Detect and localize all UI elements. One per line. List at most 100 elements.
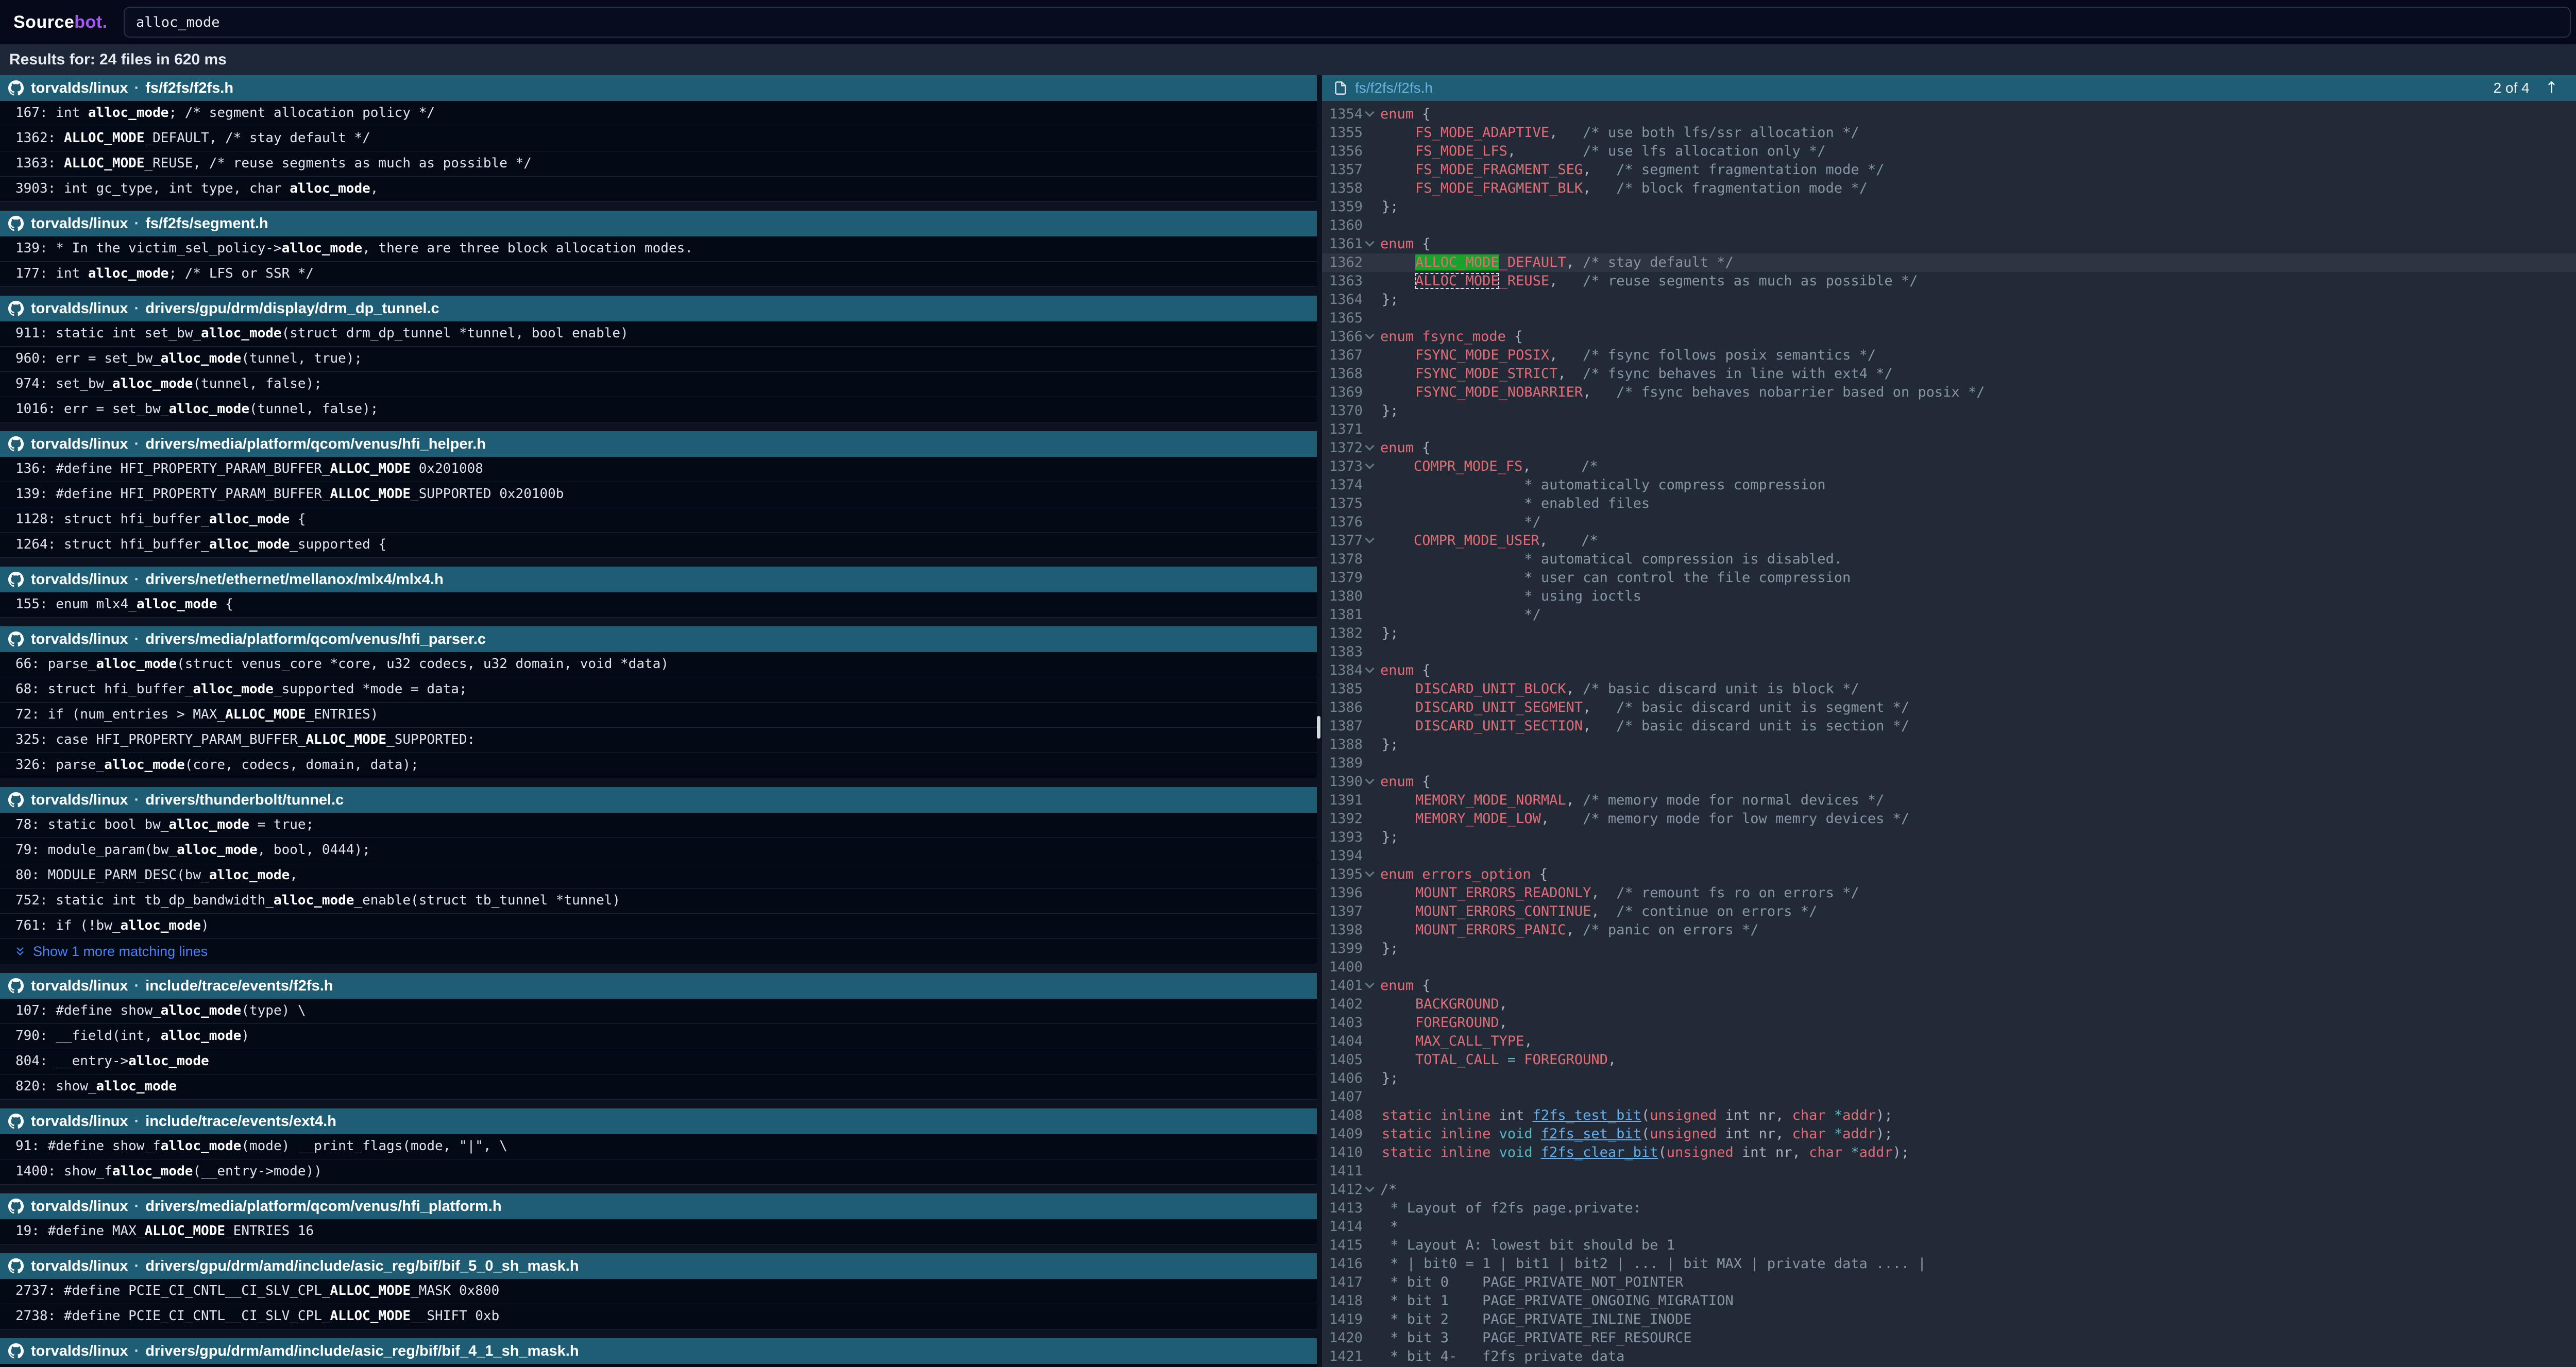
code-token: FS_MODE_ADAPTIVE: [1415, 125, 1549, 141]
collapse-chevron-icon[interactable]: [1365, 775, 1374, 784]
file-group-header[interactable]: torvalds/linux·drivers/net/ethernet/mell…: [0, 567, 1317, 592]
file-group-header[interactable]: torvalds/linux·drivers/media/platform/qc…: [0, 1193, 1317, 1219]
code-line: 1358 FS_MODE_FRAGMENT_BLK, /* block frag…: [1322, 179, 2576, 198]
chevrons-down-icon: [13, 945, 27, 958]
collapse-chevron-icon[interactable]: [1365, 108, 1374, 117]
code-line: 1418 * bit 1 PAGE_PRIVATE_ONGOING_MIGRAT…: [1322, 1292, 2576, 1310]
match-line[interactable]: 72: if (num_entries > MAX_ALLOC_MODE_ENT…: [0, 703, 1317, 728]
collapse-chevron-icon[interactable]: [1365, 868, 1374, 877]
code-token: * bit 4- f2fs private data: [1382, 1348, 1624, 1364]
code-line: 1383: [1322, 643, 2576, 661]
code-line: 1364};: [1322, 291, 2576, 309]
match-line[interactable]: 177: int alloc_mode; /* LFS or SSR */: [0, 262, 1317, 287]
match-line[interactable]: 804: __entry->alloc_mode: [0, 1049, 1317, 1074]
match-line[interactable]: 325: case HFI_PROPERTY_PARAM_BUFFER_ALLO…: [0, 728, 1317, 753]
match-line[interactable]: 139: * In the victim_sel_policy->alloc_m…: [0, 236, 1317, 262]
match-line[interactable]: 1016: err = set_bw_alloc_mode(tunnel, fa…: [0, 397, 1317, 422]
code-line: 1374 * automatically compress compressio…: [1322, 476, 2576, 494]
code-token: FOREGROUND: [1516, 1052, 1608, 1068]
search-input[interactable]: [124, 7, 2571, 38]
code-token: ,: [1566, 922, 1583, 938]
match-line[interactable]: 820: show_alloc_mode: [0, 1074, 1317, 1100]
file-group-header[interactable]: torvalds/linux·drivers/media/platform/qc…: [0, 431, 1317, 457]
code-token: {: [1531, 866, 1548, 882]
collapse-chevron-icon[interactable]: [1365, 441, 1374, 451]
match-line[interactable]: 960: err = set_bw_alloc_mode(tunnel, tru…: [0, 347, 1317, 372]
match-line[interactable]: 139: #define HFI_PROPERTY_PARAM_BUFFER_A…: [0, 482, 1317, 507]
line-number: 3903:: [15, 181, 56, 196]
file-group-header[interactable]: torvalds/linux·drivers/thunderbolt/tunne…: [0, 787, 1317, 813]
code-line-number: 1384: [1322, 661, 1366, 680]
code-token: * automatically compress compression: [1382, 477, 1826, 493]
match-line[interactable]: 752: static int tb_dp_bandwidth_alloc_mo…: [0, 888, 1317, 914]
collapse-chevron-icon[interactable]: [1365, 1183, 1374, 1192]
code-line-number: 1420: [1322, 1329, 1366, 1347]
file-group-header[interactable]: torvalds/linux·fs/f2fs/segment.h: [0, 211, 1317, 236]
match-line[interactable]: 761: if (!bw_alloc_mode): [0, 914, 1317, 939]
match-line[interactable]: 974: set_bw_alloc_mode(tunnel, false);: [0, 372, 1317, 397]
collapse-chevron-icon[interactable]: [1365, 330, 1374, 339]
match-line[interactable]: 326: parse_alloc_mode(core, codecs, doma…: [0, 753, 1317, 778]
match-line[interactable]: 68: struct hfi_buffer_alloc_mode_support…: [0, 677, 1317, 703]
code-token: MOUNT_ERRORS_READONLY: [1415, 885, 1591, 901]
preview-file-header: fs/f2fs/f2fs.h 2 of 4 ↑ ↓: [1322, 75, 2576, 101]
code-token: enum: [1380, 106, 1414, 122]
file-group-header[interactable]: torvalds/linux·drivers/media/platform/qc…: [0, 626, 1317, 652]
match-line[interactable]: 78: static bool bw_alloc_mode = true;: [0, 813, 1317, 838]
match-line[interactable]: 167: int alloc_mode; /* segment allocati…: [0, 101, 1317, 126]
match-line[interactable]: 2151: #define PCIE_CI_CNTL__CI_SLV_CPL_A…: [0, 1364, 1317, 1367]
code-token: ,: [1566, 792, 1583, 808]
match-line[interactable]: 2737: #define PCIE_CI_CNTL__CI_SLV_CPL_A…: [0, 1279, 1317, 1304]
code-token: FSYNC_MODE_NOBARRIER: [1415, 384, 1583, 400]
separator-dot: ·: [134, 978, 140, 995]
match-line[interactable]: 790: __field(int, alloc_mode): [0, 1024, 1317, 1049]
line-number: 2737:: [15, 1283, 56, 1298]
file-group-header[interactable]: torvalds/linux·fs/f2fs/f2fs.h: [0, 75, 1317, 101]
active-match-highlight: ALLOC_MODE: [1415, 254, 1499, 270]
file-group-header[interactable]: torvalds/linux·include/trace/events/f2fs…: [0, 973, 1317, 999]
previous-match-button[interactable]: ↑: [2545, 80, 2558, 96]
file-path: include/trace/events/f2fs.h: [145, 978, 333, 995]
match-line[interactable]: 1400: show_falloc_mode(__entry->mode)): [0, 1159, 1317, 1185]
code-token: ,: [1591, 885, 1616, 901]
match-line[interactable]: 91: #define show_falloc_mode(mode) __pri…: [0, 1134, 1317, 1159]
line-number: 72:: [15, 707, 40, 722]
collapse-chevron-icon[interactable]: [1365, 237, 1374, 247]
file-group-header[interactable]: torvalds/linux·drivers/gpu/drm/amd/inclu…: [0, 1253, 1317, 1279]
preview-filename[interactable]: fs/f2fs/f2fs.h: [1355, 80, 1433, 96]
match-line[interactable]: 3903: int gc_type, int type, char alloc_…: [0, 177, 1317, 202]
separator-dot: ·: [134, 1258, 140, 1275]
match-line[interactable]: 136: #define HFI_PROPERTY_PARAM_BUFFER_A…: [0, 457, 1317, 482]
match-line[interactable]: 1264: struct hfi_buffer_alloc_mode_suppo…: [0, 533, 1317, 558]
code-line-number: 1373: [1322, 457, 1366, 476]
panel-resize-divider[interactable]: [1317, 75, 1322, 1367]
file-path: drivers/gpu/drm/amd/include/asic_reg/bif…: [145, 1343, 579, 1360]
code-line-number: 1374: [1322, 476, 1366, 494]
match-line[interactable]: 1128: struct hfi_buffer_alloc_mode {: [0, 507, 1317, 533]
match-line[interactable]: 2738: #define PCIE_CI_CNTL__CI_SLV_CPL_A…: [0, 1304, 1317, 1329]
collapse-chevron-icon[interactable]: [1365, 664, 1374, 673]
collapse-chevron-icon[interactable]: [1365, 534, 1374, 543]
match-line[interactable]: 107: #define show_alloc_mode(type) \: [0, 999, 1317, 1024]
file-group-header[interactable]: torvalds/linux·drivers/gpu/drm/amd/inclu…: [0, 1338, 1317, 1364]
file-group-header[interactable]: torvalds/linux·drivers/gpu/drm/display/d…: [0, 296, 1317, 321]
resize-grip[interactable]: [1317, 716, 1320, 739]
collapse-chevron-icon[interactable]: [1365, 979, 1374, 988]
match-line[interactable]: 80: MODULE_PARM_DESC(bw_alloc_mode,: [0, 863, 1317, 888]
code-line-number: 1358: [1322, 179, 1366, 198]
match-line[interactable]: 1363: ALLOC_MODE_REUSE, /* reuse segment…: [0, 151, 1317, 177]
code-line: 1407: [1322, 1088, 2576, 1106]
code-token: * bit 3 PAGE_PRIVATE_REF_RESOURCE: [1382, 1330, 1691, 1346]
code-token: /* fsync follows posix semantics */: [1583, 347, 1876, 363]
collapse-chevron-icon[interactable]: [1365, 460, 1374, 469]
code-token: int nr,: [1717, 1107, 1792, 1123]
match-line[interactable]: 66: parse_alloc_mode(struct venus_core *…: [0, 652, 1317, 677]
match-line[interactable]: 155: enum mlx4_alloc_mode {: [0, 592, 1317, 618]
match-line[interactable]: 1362: ALLOC_MODE_DEFAULT, /* stay defaul…: [0, 126, 1317, 151]
file-group-header[interactable]: torvalds/linux·include/trace/events/ext4…: [0, 1108, 1317, 1134]
code-token: /*: [1581, 533, 1598, 549]
show-more-matches[interactable]: Show 1 more matching lines: [0, 939, 1317, 964]
match-line[interactable]: 79: module_param(bw_alloc_mode, bool, 04…: [0, 838, 1317, 863]
match-line[interactable]: 19: #define MAX_ALLOC_MODE_ENTRIES 16: [0, 1219, 1317, 1244]
match-line[interactable]: 911: static int set_bw_alloc_mode(struct…: [0, 321, 1317, 347]
